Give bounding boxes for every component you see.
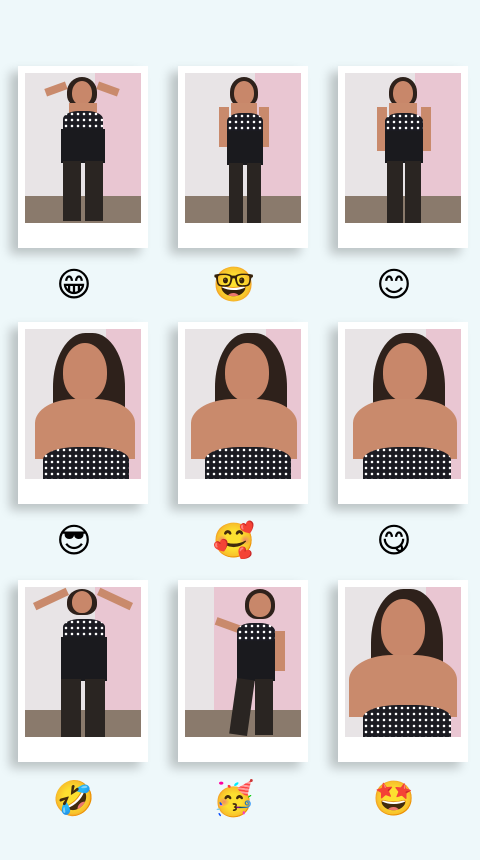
polaroid-frame (178, 322, 308, 504)
party-face-icon: 🥳 (212, 779, 256, 819)
photo-selfie (25, 329, 141, 479)
rolling-laughing-icon: 🤣 (52, 779, 96, 819)
nerd-face-icon: 🤓 (212, 265, 256, 305)
polaroid-frame (178, 66, 308, 248)
polaroid-frame (178, 580, 308, 762)
polaroid-frame (18, 66, 148, 248)
collage-cell: 😋 (322, 322, 480, 602)
photo-selfie (345, 329, 461, 479)
photo-full-body (185, 587, 301, 737)
polaroid-frame (338, 66, 468, 248)
photo-full-body (345, 73, 461, 223)
grinning-face-icon: 😁 (56, 265, 92, 305)
polaroid-frame (18, 322, 148, 504)
collage-cell: 🥳 (162, 580, 322, 860)
photo-collage: 😁 🤓 😊 😎 🥰 😋 🤣 🥳 🤩 (0, 0, 480, 854)
collage-cell: 🤩 (322, 580, 480, 860)
collage-cell: 😎 (2, 322, 162, 602)
photo-selfie (185, 329, 301, 479)
collage-cell: 🥰 (162, 322, 322, 602)
sunglasses-face-icon: 😎 (56, 521, 92, 561)
collage-cell: 🤣 (2, 580, 162, 860)
photo-full-body (25, 73, 141, 223)
photo-selfie (345, 587, 461, 737)
smiling-face-hearts-icon: 🥰 (212, 521, 256, 561)
collage-cell: 🤓 (162, 66, 322, 346)
photo-full-body (25, 587, 141, 737)
polaroid-frame (18, 580, 148, 762)
savoring-face-icon: 😋 (376, 521, 412, 561)
collage-cell: 😁 (2, 66, 162, 346)
photo-full-body (185, 73, 301, 223)
collage-cell: 😊 (322, 66, 480, 346)
polaroid-frame (338, 322, 468, 504)
star-struck-icon: 🤩 (372, 779, 416, 819)
polaroid-frame (338, 580, 468, 762)
smiling-face-icon: 😊 (376, 265, 412, 305)
